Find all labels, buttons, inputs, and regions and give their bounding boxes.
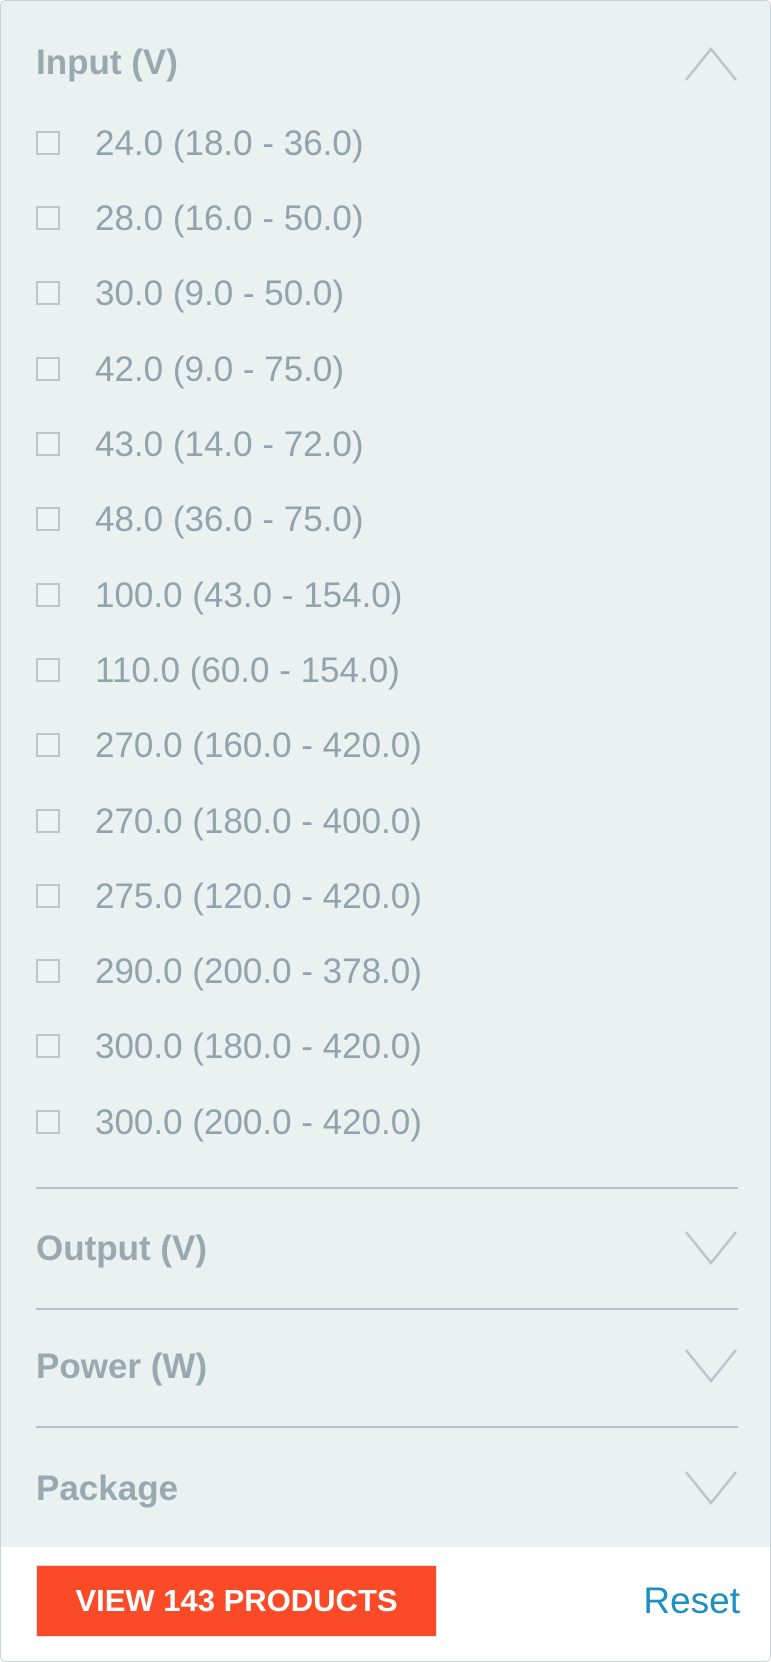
reset-link[interactable]: Reset bbox=[643, 1565, 740, 1637]
checkbox[interactable] bbox=[36, 206, 60, 230]
option-input-3[interactable]: 30.0 (9.0 - 50.0) bbox=[36, 264, 636, 324]
option-input-4[interactable]: 42.0 (9.0 - 75.0) bbox=[36, 340, 636, 400]
option-label: 42.0 (9.0 - 75.0) bbox=[95, 350, 345, 389]
option-input-8[interactable]: 110.0 (60.0 - 154.0) bbox=[36, 641, 636, 701]
checkbox[interactable] bbox=[36, 357, 60, 381]
checkbox[interactable] bbox=[36, 1034, 60, 1058]
chevron-down-icon[interactable] bbox=[684, 1469, 738, 1509]
option-input-12[interactable]: 290.0 (200.0 - 378.0) bbox=[36, 942, 636, 1002]
checkbox[interactable] bbox=[36, 131, 60, 155]
option-label: 270.0 (180.0 - 400.0) bbox=[95, 802, 422, 841]
checkbox[interactable] bbox=[36, 658, 60, 682]
option-label: 290.0 (200.0 - 378.0) bbox=[95, 952, 422, 991]
option-input-11[interactable]: 275.0 (120.0 - 420.0) bbox=[36, 867, 636, 927]
option-input-2[interactable]: 28.0 (16.0 - 50.0) bbox=[36, 189, 636, 249]
checkbox[interactable] bbox=[36, 583, 60, 607]
section-title-package: Package bbox=[36, 1469, 179, 1508]
checkbox[interactable] bbox=[36, 733, 60, 757]
section-divider bbox=[36, 1187, 738, 1189]
checkbox[interactable] bbox=[36, 809, 60, 833]
option-label: 30.0 (9.0 - 50.0) bbox=[95, 274, 345, 313]
option-label: 275.0 (120.0 - 420.0) bbox=[95, 877, 422, 916]
checkbox[interactable] bbox=[36, 507, 60, 531]
option-label: 110.0 (60.0 - 154.0) bbox=[95, 651, 400, 690]
checkbox[interactable] bbox=[36, 432, 60, 456]
chevron-down-icon[interactable] bbox=[684, 1347, 738, 1387]
option-input-6[interactable]: 48.0 (36.0 - 75.0) bbox=[36, 490, 636, 550]
filter-sections: Input (V) 24.0 (18.0 - 36.0) 28.0 (16.0 … bbox=[1, 1, 770, 1547]
checkbox[interactable] bbox=[36, 959, 60, 983]
checkbox[interactable] bbox=[36, 281, 60, 305]
option-label: 270.0 (160.0 - 420.0) bbox=[95, 726, 422, 765]
chevron-down-icon[interactable] bbox=[684, 1229, 738, 1269]
chevron-up-icon[interactable] bbox=[684, 43, 738, 83]
filter-panel: Input (V) 24.0 (18.0 - 36.0) 28.0 (16.0 … bbox=[0, 0, 771, 1662]
option-label: 28.0 (16.0 - 50.0) bbox=[95, 199, 364, 238]
filter-footer: VIEW 143 PRODUCTS Reset bbox=[1, 1547, 770, 1661]
option-label: 300.0 (200.0 - 420.0) bbox=[95, 1103, 422, 1142]
option-label: 43.0 (14.0 - 72.0) bbox=[95, 425, 364, 464]
section-header-input[interactable]: Input (V) bbox=[36, 33, 738, 93]
checkbox[interactable] bbox=[36, 884, 60, 908]
option-input-1[interactable]: 24.0 (18.0 - 36.0) bbox=[36, 114, 636, 174]
option-label: 100.0 (43.0 - 154.0) bbox=[95, 576, 403, 615]
option-input-7[interactable]: 100.0 (43.0 - 154.0) bbox=[36, 566, 636, 626]
option-input-14[interactable]: 300.0 (200.0 - 420.0) bbox=[36, 1093, 636, 1153]
section-title-input: Input (V) bbox=[36, 43, 178, 82]
option-label: 24.0 (18.0 - 36.0) bbox=[95, 124, 364, 163]
section-header-output[interactable]: Output (V) bbox=[36, 1219, 738, 1279]
option-label: 48.0 (36.0 - 75.0) bbox=[95, 500, 364, 539]
view-products-button[interactable]: VIEW 143 PRODUCTS bbox=[36, 1565, 437, 1637]
option-label: 300.0 (180.0 - 420.0) bbox=[95, 1027, 422, 1066]
section-title-power: Power (W) bbox=[36, 1347, 208, 1386]
section-header-power[interactable]: Power (W) bbox=[36, 1337, 738, 1397]
option-input-10[interactable]: 270.0 (180.0 - 400.0) bbox=[36, 792, 636, 852]
section-divider bbox=[36, 1308, 738, 1310]
option-input-5[interactable]: 43.0 (14.0 - 72.0) bbox=[36, 415, 636, 475]
checkbox[interactable] bbox=[36, 1110, 60, 1134]
option-input-13[interactable]: 300.0 (180.0 - 420.0) bbox=[36, 1017, 636, 1077]
section-header-package[interactable]: Package bbox=[36, 1459, 738, 1519]
section-title-output: Output (V) bbox=[36, 1229, 208, 1268]
option-input-9[interactable]: 270.0 (160.0 - 420.0) bbox=[36, 716, 636, 776]
section-divider bbox=[36, 1426, 738, 1428]
